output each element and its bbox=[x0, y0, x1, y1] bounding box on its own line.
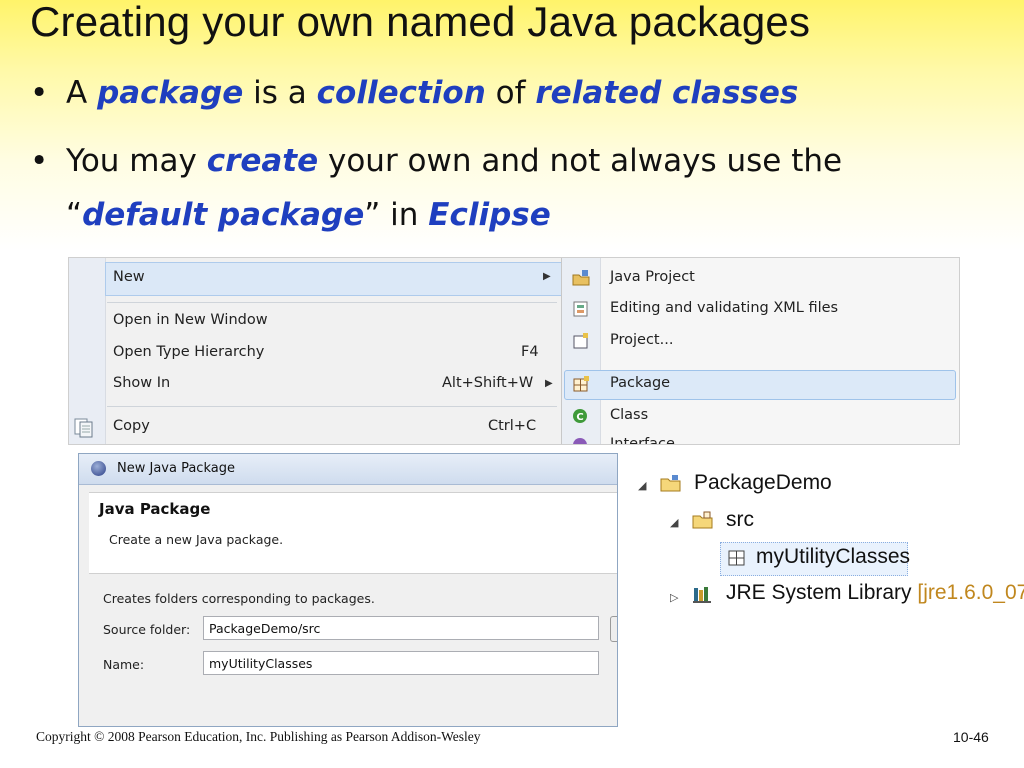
tree-src[interactable]: src bbox=[726, 508, 754, 532]
source-folder-label: Source folder: bbox=[103, 622, 191, 637]
class-icon: C bbox=[572, 407, 590, 425]
banner-subtitle: Create a new Java package. bbox=[109, 532, 284, 547]
collapsed-triangle-icon[interactable]: ▷ bbox=[670, 591, 678, 604]
new-submenu: Java Project Editing and validating XML … bbox=[561, 258, 959, 444]
shortcut-f4: F4 bbox=[521, 344, 539, 360]
text-fragment: A bbox=[66, 75, 98, 111]
name-field[interactable]: myUtilityClasses bbox=[203, 651, 599, 675]
bullet-text: You may create your own and not always u… bbox=[66, 143, 842, 179]
source-folder-icon bbox=[692, 511, 714, 529]
package-icon bbox=[572, 375, 590, 393]
name-label: Name: bbox=[103, 657, 145, 672]
emphasis-default-package: default package bbox=[82, 197, 365, 233]
submenu-item-class[interactable]: Class bbox=[610, 407, 648, 423]
text-fragment: You may bbox=[66, 143, 207, 179]
library-icon bbox=[692, 585, 714, 603]
submenu-arrow-icon: ▶ bbox=[545, 378, 553, 389]
emphasis-related-classes: related classes bbox=[535, 75, 799, 111]
menu-item-show-in[interactable]: Show In bbox=[113, 375, 170, 391]
browse-button[interactable] bbox=[610, 616, 617, 642]
close-quote: ” bbox=[364, 197, 381, 233]
slide-title: Creating your own named Java packages bbox=[30, 0, 811, 45]
copy-icon bbox=[73, 416, 95, 438]
submenu-item-project[interactable]: Project... bbox=[610, 332, 673, 348]
shortcut-alt-shift-w: Alt+Shift+W bbox=[442, 375, 534, 391]
bullet-dot: • bbox=[30, 75, 49, 111]
menu-item-copy[interactable]: Copy bbox=[113, 418, 150, 434]
emphasis-create: create bbox=[206, 143, 319, 179]
project-icon bbox=[572, 332, 590, 350]
bullet-text: “default package” in Eclipse bbox=[66, 197, 551, 233]
dialog-banner: Java Package Create a new Java package. bbox=[89, 492, 617, 574]
new-java-package-dialog: New Java Package Java Package Create a n… bbox=[78, 453, 618, 727]
menu-item-new[interactable]: New bbox=[113, 269, 145, 285]
submenu-arrow-icon: ▶ bbox=[543, 271, 551, 282]
info-text: Creates folders corresponding to package… bbox=[103, 591, 375, 606]
bullet-dot: • bbox=[30, 143, 49, 179]
shortcut-ctrl-c: Ctrl+C bbox=[488, 418, 537, 434]
menu-item-new-highlight bbox=[105, 262, 562, 296]
library-name: JRE System Library bbox=[726, 581, 912, 604]
expanded-triangle-icon[interactable]: ◢ bbox=[638, 479, 646, 492]
submenu-item-java-project[interactable]: Java Project bbox=[610, 269, 695, 285]
menu-item-open-type-hierarchy[interactable]: Open Type Hierarchy bbox=[113, 344, 264, 360]
project-folder-icon bbox=[660, 474, 682, 492]
submenu-item-package[interactable]: Package bbox=[610, 375, 670, 391]
menu-item-open-in-new-window[interactable]: Open in New Window bbox=[113, 312, 268, 328]
interface-icon bbox=[572, 436, 590, 444]
text-fragment: your own and not always use the bbox=[318, 143, 843, 179]
text-fragment: of bbox=[485, 75, 536, 111]
menu-separator bbox=[107, 302, 557, 303]
eclipse-context-menu: New ▶ Open in New Window Open Type Hiera… bbox=[68, 257, 960, 445]
tree-package[interactable]: myUtilityClasses bbox=[756, 545, 910, 569]
dialog-title: New Java Package bbox=[117, 461, 235, 476]
dialog-title-bar[interactable]: New Java Package bbox=[79, 454, 617, 485]
text-fragment: is a bbox=[243, 75, 317, 111]
page-number: 10-46 bbox=[953, 729, 989, 745]
emphasis-package: package bbox=[97, 75, 244, 111]
banner-title: Java Package bbox=[99, 500, 211, 518]
emphasis-collection: collection bbox=[316, 75, 486, 111]
package-icon bbox=[727, 549, 749, 567]
library-version: [jre1.6.0_07] bbox=[911, 581, 1024, 604]
source-folder-field[interactable]: PackageDemo/src bbox=[203, 616, 599, 640]
expanded-triangle-icon[interactable]: ◢ bbox=[670, 516, 678, 529]
eclipse-icon bbox=[91, 461, 106, 476]
submenu-item-xml-files[interactable]: Editing and validating XML files bbox=[610, 300, 838, 316]
tree-project[interactable]: PackageDemo bbox=[694, 471, 832, 495]
bullet-text: A package is a collection of related cla… bbox=[66, 75, 798, 111]
tree-jre-library[interactable]: JRE System Library [jre1.6.0_07] bbox=[726, 581, 1024, 605]
package-explorer-tree: ◢ PackageDemo ◢ src myUtilityClasses ▷ J… bbox=[630, 460, 1024, 620]
text-fragment: in bbox=[380, 197, 429, 233]
svg-text:C: C bbox=[576, 412, 583, 423]
submenu-item-interface[interactable]: Interface bbox=[610, 436, 675, 444]
open-quote: “ bbox=[66, 197, 83, 233]
copyright-footer: Copyright © 2008 Pearson Education, Inc.… bbox=[36, 729, 481, 744]
emphasis-eclipse: Eclipse bbox=[428, 197, 551, 233]
menu-separator bbox=[107, 406, 557, 407]
java-project-icon bbox=[572, 269, 590, 287]
xml-project-icon bbox=[572, 300, 590, 318]
